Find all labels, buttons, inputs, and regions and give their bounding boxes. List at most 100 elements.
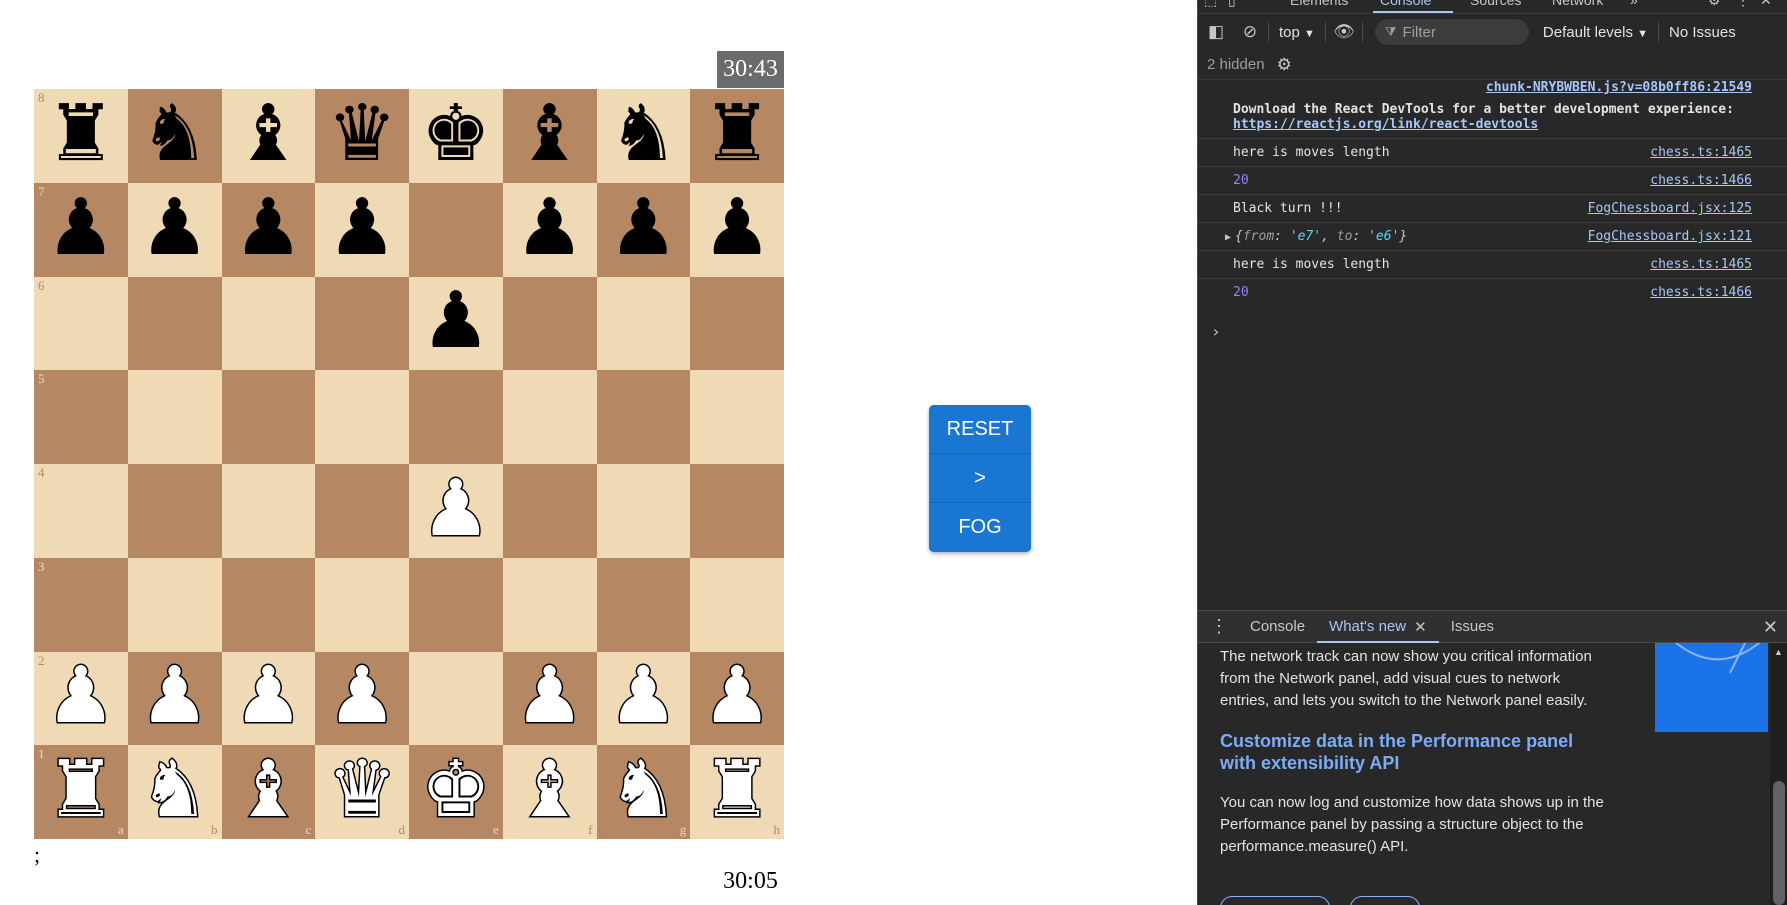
white-king-icon[interactable]: ♚	[419, 750, 492, 831]
scroll-up-icon[interactable]: ▲	[1774, 647, 1783, 657]
square-e6[interactable]: ♟	[409, 276, 503, 371]
black-pawn-icon[interactable]: ♟	[327, 189, 397, 267]
eye-icon[interactable]: 👁	[1332, 20, 1356, 44]
square-a5[interactable]: 5	[34, 370, 128, 464]
square-a1[interactable]: 1 a ♜	[34, 745, 128, 839]
square-f8[interactable]: ♝	[502, 89, 597, 183]
tab-sources[interactable]: Sources	[1470, 0, 1521, 8]
white-pawn-icon[interactable]: ♟	[326, 656, 399, 737]
kebab-menu-icon[interactable]: ⋮	[1736, 0, 1750, 9]
white-pawn-icon[interactable]: ♟	[44, 656, 117, 737]
black-bishop-icon[interactable]: ♝	[515, 95, 585, 173]
square-g8[interactable]: ♞	[596, 89, 691, 183]
square-b2[interactable]: ♟	[127, 651, 222, 746]
square-h6[interactable]	[690, 276, 784, 371]
learn-more-button[interactable]	[1220, 896, 1330, 905]
square-h8[interactable]: ♜	[690, 89, 784, 183]
tab-network[interactable]: Network	[1552, 0, 1603, 8]
react-devtools-link[interactable]: https://reactjs.org/link/react-devtools	[1233, 117, 1538, 132]
square-b7[interactable]: ♟	[127, 182, 222, 277]
next-button[interactable]: >	[929, 454, 1031, 503]
more-tabs-icon[interactable]: »	[1630, 0, 1638, 8]
square-e7[interactable]	[409, 182, 503, 277]
square-e3[interactable]	[409, 557, 503, 652]
console-source-link[interactable]: chess.ts:1465	[1650, 145, 1752, 160]
square-b6[interactable]	[127, 276, 222, 371]
black-rook-icon[interactable]: ♜	[702, 95, 772, 173]
black-rook-icon[interactable]: ♜	[46, 95, 116, 173]
black-queen-icon[interactable]: ♛	[327, 95, 397, 173]
close-tab-icon[interactable]: ✕	[1414, 618, 1427, 636]
console-source-link[interactable]: FogChessboard.jsx:125	[1588, 201, 1752, 216]
filter-input[interactable]: ⧩ Filter	[1374, 19, 1529, 45]
white-queen-icon[interactable]: ♛	[326, 750, 399, 831]
inspect-icon[interactable]: ⬚	[1204, 0, 1217, 9]
square-a6[interactable]: 6	[34, 276, 128, 371]
drawer-menu-icon[interactable]: ⋮	[1198, 616, 1238, 637]
square-f3[interactable]	[502, 557, 597, 652]
white-pawn-icon[interactable]: ♟	[607, 656, 680, 737]
black-pawn-icon[interactable]: ♟	[46, 189, 116, 267]
square-c3[interactable]	[221, 557, 316, 652]
square-d1[interactable]: d ♛	[315, 745, 409, 839]
close-button[interactable]	[1350, 896, 1420, 905]
square-h1[interactable]: h ♜	[690, 745, 784, 839]
black-king-icon[interactable]: ♚	[421, 95, 491, 173]
square-h4[interactable]	[690, 464, 784, 558]
square-c2[interactable]: ♟	[221, 651, 316, 746]
square-e8[interactable]: ♚	[409, 89, 503, 183]
square-f4[interactable]	[502, 464, 597, 558]
close-devtools-icon[interactable]: ✕	[1760, 0, 1772, 9]
square-c4[interactable]	[221, 464, 316, 558]
square-a2[interactable]: 2 ♟	[34, 651, 128, 746]
white-rook-icon[interactable]: ♜	[701, 750, 774, 831]
console-source-link[interactable]: chess.ts:1466	[1650, 285, 1752, 300]
black-pawn-icon[interactable]: ♟	[515, 189, 585, 267]
square-a7[interactable]: 7 ♟	[34, 182, 128, 277]
square-f1[interactable]: f ♝	[502, 745, 597, 839]
console-source-link[interactable]: FogChessboard.jsx:121	[1588, 229, 1752, 244]
expand-triangle-icon[interactable]: ▶	[1225, 232, 1231, 243]
console-settings-icon[interactable]: ⚙	[1277, 55, 1292, 75]
black-pawn-icon[interactable]: ♟	[233, 189, 303, 267]
white-rook-icon[interactable]: ♜	[44, 750, 117, 831]
white-pawn-icon[interactable]: ♟	[513, 656, 586, 737]
square-h5[interactable]	[690, 370, 784, 464]
drawer-tab-issues[interactable]: Issues	[1439, 610, 1506, 643]
white-knight-icon[interactable]: ♞	[138, 750, 211, 831]
square-d2[interactable]: ♟	[315, 651, 409, 746]
reset-button[interactable]: RESET	[929, 405, 1031, 454]
console-prompt[interactable]: ›	[1211, 322, 1221, 341]
console-source-link[interactable]: chunk-NRYBWBEN.js?v=08b0ff86:21549	[1486, 80, 1752, 95]
square-d7[interactable]: ♟	[315, 182, 409, 277]
scrollbar[interactable]: ▲	[1770, 643, 1787, 905]
white-pawn-icon[interactable]: ♟	[232, 656, 305, 737]
square-h2[interactable]: ♟	[690, 651, 784, 746]
square-e4[interactable]: ♟	[409, 464, 503, 558]
black-pawn-icon[interactable]: ♟	[702, 189, 772, 267]
scrollbar-thumb[interactable]	[1773, 781, 1785, 905]
close-drawer-icon[interactable]: ✕	[1763, 617, 1778, 638]
square-a4[interactable]: 4	[34, 464, 128, 558]
tab-console[interactable]: Console	[1380, 0, 1431, 8]
square-g5[interactable]	[596, 370, 691, 464]
square-a8[interactable]: 8 ♜	[34, 89, 128, 183]
tab-elements[interactable]: Elements	[1290, 0, 1348, 8]
square-g6[interactable]	[596, 276, 691, 371]
log-levels-dropdown[interactable]: Default levels ▼	[1543, 24, 1648, 41]
black-pawn-icon[interactable]: ♟	[140, 189, 210, 267]
square-d4[interactable]	[315, 464, 409, 558]
black-pawn-icon[interactable]: ♟	[608, 189, 678, 267]
console-object-message[interactable]: ▶ {from: 'e7', to: 'e6'} FogChessboard.js…	[1198, 223, 1787, 251]
sidebar-toggle-icon[interactable]: ◧	[1204, 20, 1228, 44]
whats-new-heading[interactable]: Customize data in the Performance panel …	[1220, 730, 1610, 774]
square-d6[interactable]	[315, 276, 409, 371]
white-pawn-icon[interactable]: ♟	[701, 656, 774, 737]
context-selector[interactable]: top ▼	[1279, 24, 1315, 41]
settings-icon[interactable]: ⚙	[1708, 0, 1721, 9]
white-pawn-icon[interactable]: ♟	[419, 468, 492, 549]
console-source-link[interactable]: chess.ts:1466	[1650, 173, 1752, 188]
square-g3[interactable]	[596, 557, 691, 652]
drawer-tab-console[interactable]: Console	[1238, 610, 1317, 643]
white-bishop-icon[interactable]: ♝	[513, 750, 586, 831]
